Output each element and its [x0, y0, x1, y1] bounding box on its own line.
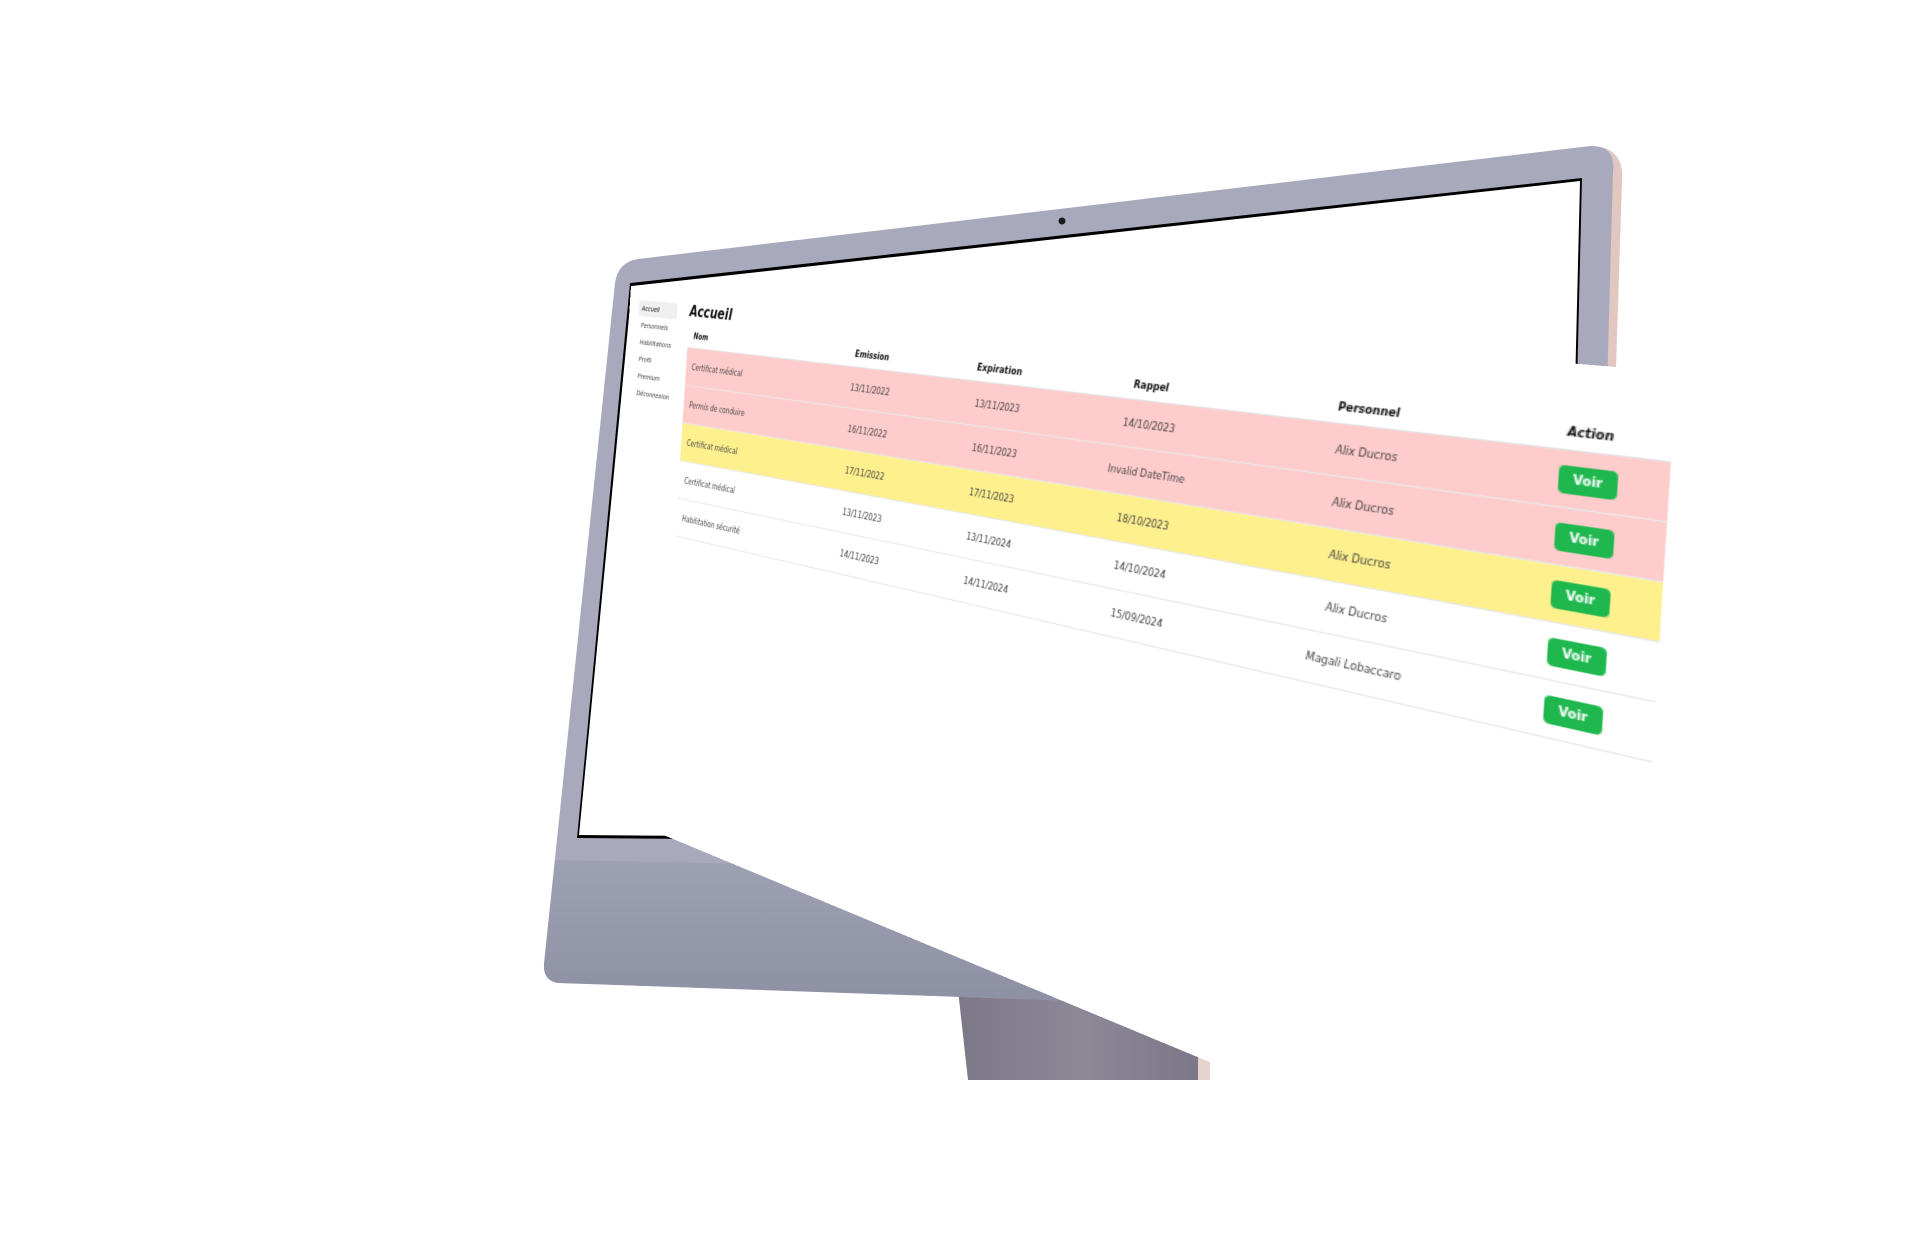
- camera-icon: [1058, 217, 1066, 225]
- voir-button[interactable]: Voir: [1557, 463, 1619, 500]
- sidebar: Accueil Personnels Habilitations Profil …: [633, 299, 678, 407]
- voir-button[interactable]: Voir: [1543, 693, 1604, 736]
- app-screen: Accueil Personnels Habilitations Profil …: [597, 286, 1702, 1244]
- page-title: Accueil: [689, 302, 733, 325]
- voir-button[interactable]: Voir: [1546, 636, 1608, 677]
- voir-button[interactable]: Voir: [1554, 521, 1615, 559]
- voir-button[interactable]: Voir: [1550, 578, 1611, 618]
- documents-table: Nom Emission Expiration Rappel Personnel…: [675, 323, 1674, 763]
